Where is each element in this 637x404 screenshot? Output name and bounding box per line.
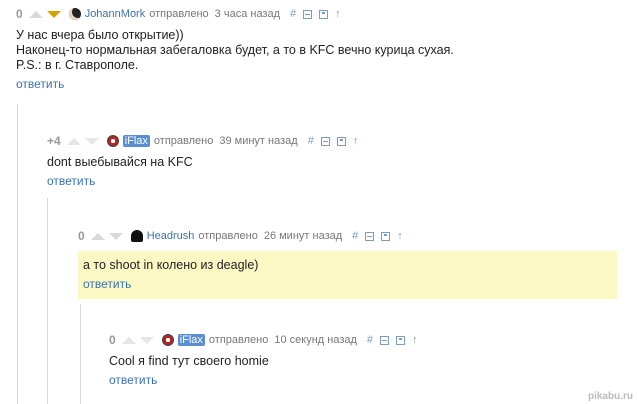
comment-text-line: dont выебывайся на KFC	[47, 155, 193, 169]
downvote-icon[interactable]	[46, 10, 61, 18]
save-icon[interactable]	[319, 9, 329, 19]
thread-line	[17, 104, 18, 404]
comment-rating: +4	[47, 134, 61, 148]
permalink-icon[interactable]: #	[352, 230, 358, 242]
save-icon[interactable]	[336, 136, 346, 146]
comment-time: 26 минут назад	[263, 230, 343, 242]
comment-meta: 0 Headrush отправлено 26 минут назад # ↑	[78, 228, 403, 244]
comment-text-line: У нас вчера было открытие))	[16, 28, 184, 42]
thread-line	[80, 304, 81, 404]
sent-label: отправлено	[149, 8, 209, 20]
collapse-icon[interactable]	[320, 136, 330, 146]
comment-meta: +4 iFlax отправлено 39 минут назад # ↑	[47, 133, 358, 149]
permalink-icon[interactable]: #	[308, 135, 314, 147]
upvote-icon[interactable]	[28, 10, 43, 18]
comment-rating: 0	[78, 229, 85, 243]
reply-link[interactable]: ответить	[78, 277, 131, 291]
comment-tools: # ↑	[352, 230, 403, 242]
thread-line	[47, 198, 48, 404]
watermark: pikabu.ru	[587, 391, 633, 402]
upvote-icon[interactable]	[121, 336, 136, 344]
save-icon[interactable]	[381, 231, 391, 241]
reply-link[interactable]: ответить	[109, 373, 157, 387]
reply-link[interactable]: ответить	[16, 77, 64, 91]
comment: +4 iFlax отправлено 39 минут назад # ↑ d…	[47, 133, 358, 188]
sent-label: отправлено	[153, 135, 214, 147]
parent-arrow-icon[interactable]: ↑	[397, 230, 403, 242]
avatar[interactable]	[68, 8, 81, 20]
comment-time: 39 минут назад	[219, 135, 298, 147]
comment-tools: # ↑	[290, 8, 341, 20]
upvote-icon[interactable]	[66, 137, 81, 145]
comment-rating: 0	[109, 333, 116, 347]
comment-rating: 0	[16, 7, 23, 21]
parent-arrow-icon[interactable]: ↑	[335, 8, 341, 20]
sent-label: отправлено	[198, 230, 258, 242]
comment: 0 iFlax отправлено 10 секунд назад # ↑ C…	[109, 332, 418, 387]
comment-meta: 0 iFlax отправлено 10 секунд назад # ↑	[109, 332, 418, 348]
author-link[interactable]: JohannMork	[85, 8, 146, 20]
avatar[interactable]	[130, 230, 143, 242]
downvote-icon[interactable]	[84, 137, 99, 145]
author-link[interactable]: Headrush	[147, 230, 195, 242]
save-icon[interactable]	[396, 335, 406, 345]
permalink-icon[interactable]: #	[367, 334, 373, 346]
parent-arrow-icon[interactable]: ↑	[353, 135, 359, 147]
upvote-icon[interactable]	[90, 232, 105, 240]
collapse-icon[interactable]	[303, 9, 313, 19]
parent-arrow-icon[interactable]: ↑	[412, 334, 418, 346]
downvote-icon[interactable]	[139, 336, 154, 344]
avatar[interactable]	[106, 135, 119, 147]
reply-link[interactable]: ответить	[47, 174, 95, 188]
comment-text-line: Наконец-то нормальная забегаловка будет,…	[16, 43, 454, 57]
author-link[interactable]: iFlax	[122, 135, 150, 147]
comment: 0 JohannMork отправлено 3 часа назад # ↑…	[16, 6, 454, 91]
collapse-icon[interactable]	[365, 231, 375, 241]
avatar[interactable]	[161, 334, 174, 346]
comment-tools: # ↑	[367, 334, 418, 346]
sent-label: отправлено	[208, 334, 269, 346]
comment-text-line: а то shoot in колено из deagle)	[83, 258, 259, 272]
permalink-icon[interactable]: #	[290, 8, 296, 20]
comment-text-line: P.S.: в г. Ставрополе.	[16, 58, 139, 72]
downvote-icon[interactable]	[108, 232, 123, 240]
comment-time: 3 часа назад	[214, 8, 281, 20]
comment-text-line: Cool я find тут своего homie	[109, 354, 269, 368]
comment: 0 Headrush отправлено 26 минут назад # ↑…	[78, 228, 403, 291]
collapse-icon[interactable]	[380, 335, 390, 345]
comment-tools: # ↑	[308, 135, 359, 147]
comment-time: 10 секунд назад	[274, 334, 357, 346]
author-link[interactable]: iFlax	[177, 334, 205, 346]
comment-meta: 0 JohannMork отправлено 3 часа назад # ↑	[16, 6, 454, 22]
